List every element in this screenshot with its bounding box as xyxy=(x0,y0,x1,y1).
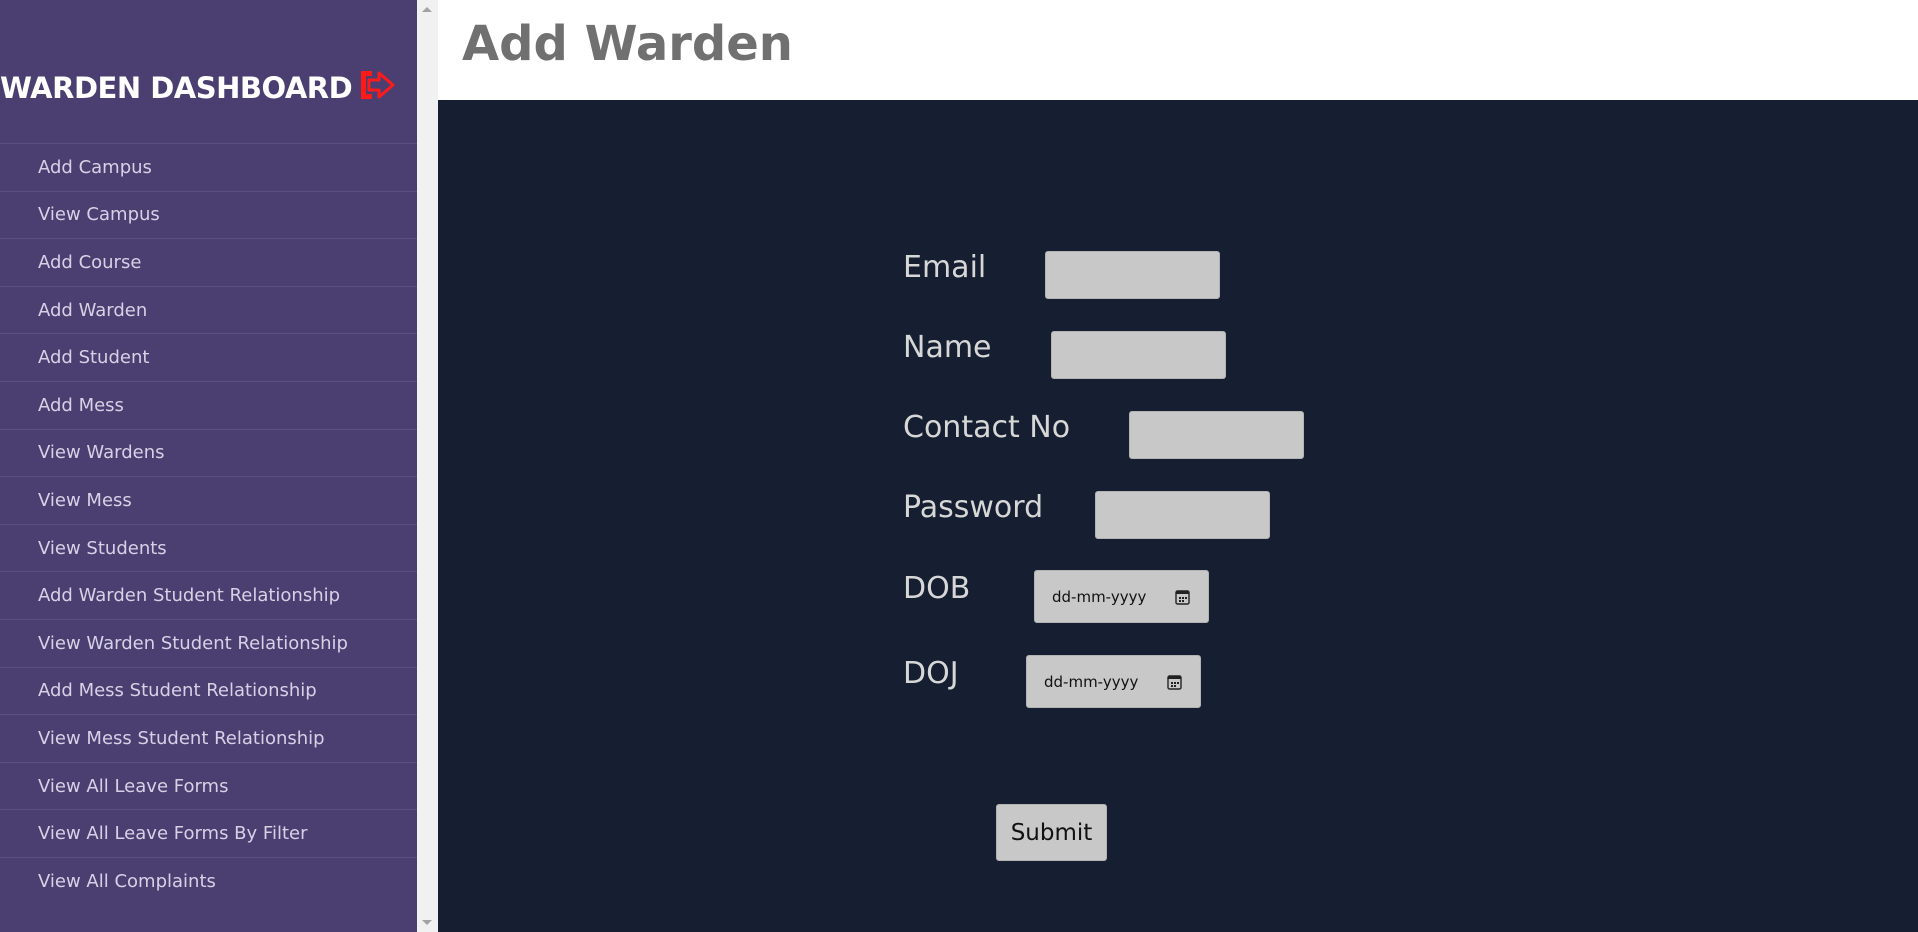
sidebar-item-view-students[interactable]: View Students xyxy=(0,523,417,572)
password-label: Password xyxy=(903,490,1044,525)
doj-label: DOJ xyxy=(903,656,959,691)
name-label: Name xyxy=(903,330,992,365)
dashboard-title: WARDEN DASHBOARD xyxy=(0,71,353,105)
sidebar-item-view-campus[interactable]: View Campus xyxy=(0,190,417,239)
calendar-icon[interactable] xyxy=(1175,589,1190,605)
sidebar-header: WARDEN DASHBOARD xyxy=(0,64,417,112)
password-field[interactable] xyxy=(1095,491,1270,539)
sidebar: WARDEN DASHBOARD Add Campus View Campus … xyxy=(0,0,417,932)
sidebar-item-view-wardens[interactable]: View Wardens xyxy=(0,428,417,477)
page-header: Add Warden xyxy=(438,0,1918,100)
sidebar-item-view-all-complaints[interactable]: View All Complaints xyxy=(0,856,417,905)
contact-no-label: Contact No xyxy=(903,410,1071,445)
page-title: Add Warden xyxy=(462,16,793,72)
sidebar-item-view-warden-student-relationship[interactable]: View Warden Student Relationship xyxy=(0,618,417,667)
sidebar-item-add-mess[interactable]: Add Mess xyxy=(0,380,417,429)
scroll-down-icon[interactable] xyxy=(422,920,432,925)
sign-out-icon[interactable] xyxy=(358,68,396,102)
add-warden-form: Email Name Contact No Password DOB dd-mm… xyxy=(438,100,1918,932)
sidebar-item-add-warden-student-relationship[interactable]: Add Warden Student Relationship xyxy=(0,571,417,619)
sidebar-item-add-mess-student-relationship[interactable]: Add Mess Student Relationship xyxy=(0,666,417,715)
doj-date-input[interactable]: dd-mm-yyyy xyxy=(1026,655,1201,708)
dob-placeholder: dd-mm-yyyy xyxy=(1052,587,1147,606)
dob-label: DOB xyxy=(903,571,971,606)
sidebar-menu: Add Campus View Campus Add Course Add Wa… xyxy=(0,143,417,905)
calendar-icon[interactable] xyxy=(1167,674,1182,690)
sidebar-item-view-all-leave-forms[interactable]: View All Leave Forms xyxy=(0,761,417,810)
email-label: Email xyxy=(903,250,987,285)
name-field[interactable] xyxy=(1051,331,1226,379)
contact-no-field[interactable] xyxy=(1129,411,1304,459)
sidebar-item-add-course[interactable]: Add Course xyxy=(0,238,417,286)
scroll-up-icon[interactable] xyxy=(422,7,432,12)
sidebar-item-view-mess-student-relationship[interactable]: View Mess Student Relationship xyxy=(0,714,417,762)
sidebar-scrollbar[interactable] xyxy=(417,0,438,932)
sidebar-item-add-campus[interactable]: Add Campus xyxy=(0,143,417,191)
sidebar-item-view-mess[interactable]: View Mess xyxy=(0,476,417,524)
sidebar-item-add-student[interactable]: Add Student xyxy=(0,333,417,381)
doj-placeholder: dd-mm-yyyy xyxy=(1044,672,1139,691)
dob-date-input[interactable]: dd-mm-yyyy xyxy=(1034,570,1209,623)
sidebar-item-add-warden[interactable]: Add Warden xyxy=(0,285,417,334)
sidebar-item-view-all-leave-forms-by-filter[interactable]: View All Leave Forms By Filter xyxy=(0,809,417,857)
submit-button[interactable]: Submit xyxy=(996,804,1107,861)
email-field[interactable] xyxy=(1045,251,1220,299)
